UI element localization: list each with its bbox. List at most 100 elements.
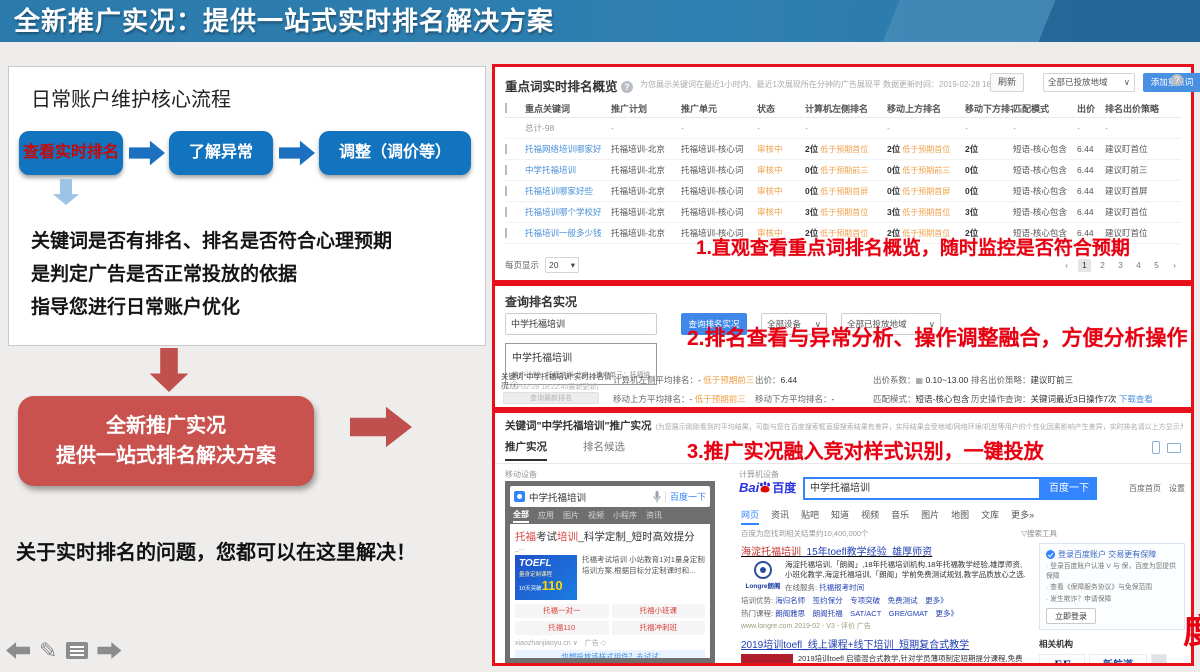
page-button[interactable]: 4 — [1132, 259, 1145, 272]
advantage-links[interactable]: 海归名师 签约保分 专项突破 免费测试 更多》 — [775, 596, 948, 605]
unit-cell: 托福培训-核心词 — [681, 143, 757, 155]
sitelink-button[interactable]: 托福110 — [515, 621, 609, 635]
plan-cell: 托福培训-北京 — [611, 143, 681, 155]
row-checkbox[interactable] — [505, 186, 507, 196]
sitelink-button[interactable]: 托福小班课 — [612, 604, 706, 618]
flow-arrow-down-icon — [51, 179, 81, 205]
tab-more[interactable]: 更多» — [1011, 508, 1034, 525]
table-header-row: 重点关键词 推广计划 推广单元 状态 计算机左侧排名 移动上方排名 移动下方排名… — [505, 99, 1181, 118]
new-channel-logo[interactable]: 新航道NEW CHANNEL — [1089, 654, 1147, 666]
login-now-button[interactable]: 立即登录 — [1046, 608, 1096, 624]
prev-page-button[interactable]: ‹ — [1060, 259, 1073, 272]
row-checkbox[interactable] — [505, 207, 507, 217]
overview-subtitle: 为您展示关键词在最近1小时内、最近1次展现所在分钟的广告展现平均排名 — [640, 79, 880, 90]
tab-wenku[interactable]: 文库 — [981, 508, 999, 525]
page-button[interactable]: 5 — [1150, 259, 1163, 272]
notes-icon[interactable] — [66, 642, 88, 659]
tab-images[interactable]: 图片 — [563, 510, 579, 521]
pc-search-button[interactable]: 百度一下 — [1041, 477, 1097, 500]
tab-web[interactable]: 网页 — [741, 508, 759, 525]
select-all-checkbox[interactable] — [505, 103, 507, 113]
mobile-ad-sitelinks: 托福一对一 托福小班课 托福110 托福冲刺班 — [515, 604, 705, 635]
tab-news[interactable]: 资讯 — [771, 508, 789, 525]
back-arrow-icon[interactable] — [6, 641, 30, 660]
process-box: 日常账户维护核心流程 查看实时排名 了解异常 调整（调价等） 关键词是否有排名、… — [8, 66, 486, 346]
login-title: 登录百度账户 交易更有保障 — [1058, 549, 1156, 560]
pc-search-input[interactable]: 中学托福培训 — [803, 477, 1041, 500]
tab-music[interactable]: 音乐 — [891, 508, 909, 525]
table-row: 托福网络培训哪家好 托福培训-北京 托福培训-核心词 审核中 2位低于预期首位 … — [505, 139, 1181, 160]
tab-maps[interactable]: 地图 — [951, 508, 969, 525]
step-view-realtime-rank[interactable]: 查看实时排名 — [19, 131, 123, 175]
annotation-2: 2.排名查看与异常分析、操作调整融合，方便分析操作 — [687, 322, 1188, 352]
tab-apps[interactable]: 应用 — [538, 510, 554, 521]
mobile-search-value[interactable]: 中学托福培训 — [529, 490, 653, 504]
keyword-link[interactable]: 托福培训哪家好些 — [525, 185, 611, 197]
help-icon[interactable]: ? — [1171, 71, 1183, 89]
tab-video[interactable]: 视频 — [861, 508, 879, 525]
monitor-icon[interactable] — [1167, 443, 1181, 453]
pc-avg-rank-label: 计算机左侧平均排名： — [613, 375, 698, 385]
forward-arrow-icon[interactable] — [97, 641, 121, 660]
page-button[interactable]: 3 — [1114, 259, 1127, 272]
results-count: 百度为您找到相关结果约10,400,000个 — [741, 528, 869, 539]
keyword-link[interactable]: 中学托福培训 — [525, 164, 611, 176]
baidu-home-link[interactable]: 百度首页 — [1129, 483, 1161, 494]
step-adjust[interactable]: 调整（调价等） — [319, 131, 471, 175]
mobile-ad-title[interactable]: 托福考试培训_科学定制_短时高效提分 — [515, 529, 705, 544]
desc-line: 指导您进行日常账户优化 — [31, 291, 392, 324]
tab-rank-candidate[interactable]: 排名候选 — [583, 439, 625, 454]
slide-title: 全新推广实况：提供一站式实时排名解决方案 — [14, 0, 554, 42]
refresh-button[interactable]: 刷新 — [990, 73, 1024, 92]
pc-rank-note: 低于预期首位 — [820, 145, 868, 154]
result-title-link[interactable]: 海淀托福培训_15年toefl教学经验_雄厚师资 — [741, 543, 1029, 558]
keyword-link[interactable]: 托福培训哪个学校好 — [525, 206, 611, 218]
keyword-link[interactable]: 托福网络培训哪家好 — [525, 143, 611, 155]
sitelink-button[interactable]: 托福冲刺班 — [612, 621, 706, 635]
page-size-select[interactable]: 20▾ — [545, 257, 579, 273]
sitelink-button[interactable]: 托福一对一 — [515, 604, 609, 618]
tab-images[interactable]: 图片 — [921, 508, 939, 525]
longre-logo: Longre朗阁 — [741, 560, 785, 593]
course-links[interactable]: 朗阁雅思 朗阁托福 SAT/ACT GRE/GMAT 更多》 — [775, 609, 958, 618]
result-title-link[interactable]: 2019培训toefl_线上课程+线下培训_短期复合式教学 — [741, 636, 1029, 651]
region-filter-select[interactable]: 全部已投放地域∨ — [1043, 73, 1135, 92]
tab-news[interactable]: 资讯 — [646, 510, 662, 521]
tab-all[interactable]: 全部 — [513, 509, 529, 523]
mobile-search-button[interactable]: 百度一下 — [670, 490, 706, 503]
pc-rank-note: 低于预期首屏 — [820, 187, 868, 196]
search-result: 2019培训toefl_线上课程+线下培训_短期复合式教学 托福培训 2019培… — [741, 636, 1029, 666]
page-button[interactable]: 1 — [1078, 259, 1091, 272]
slide: 全新推广实况：提供一站式实时排名解决方案 日常账户维护核心流程 查看实时排名 了… — [0, 0, 1200, 672]
pencil-icon[interactable]: ✎ — [39, 641, 57, 660]
tab-videos[interactable]: 视频 — [588, 510, 604, 521]
next-page-button[interactable]: › — [1168, 259, 1181, 272]
settings-link[interactable]: 设置 — [1169, 483, 1185, 494]
refresh-rank-button-disabled[interactable]: 查询最新排名 — [503, 392, 599, 404]
style-component-promo-link[interactable]: 也想投放该样式组件？去试试 — [515, 650, 705, 658]
row-checkbox[interactable] — [505, 144, 507, 154]
phone-icon[interactable] — [1152, 441, 1160, 454]
page-button[interactable]: 2 — [1096, 259, 1109, 272]
plan-cell: 托福培训-北京 — [611, 164, 681, 176]
strategy-cell: 建议盯首位 — [1105, 206, 1181, 218]
tab-zhidao[interactable]: 知道 — [831, 508, 849, 525]
help-icon[interactable]: ? — [621, 81, 633, 93]
mobile-up-note: 低于预期前三 — [902, 166, 950, 175]
tab-tieba[interactable]: 贴吧 — [801, 508, 819, 525]
service-link[interactable]: 托福报考时间 — [819, 583, 864, 592]
mobile-search-bar[interactable]: 中学托福培训 百度一下 — [510, 486, 710, 507]
overview-title: 重点词实时排名概览 — [505, 80, 618, 94]
tab-miniapp[interactable]: 小程序 — [613, 510, 637, 521]
col-bid: 出价 — [1077, 102, 1105, 115]
keyword-query-input[interactable]: 中学托福培训 — [505, 313, 657, 335]
edit-icon[interactable]: ▦ — [916, 376, 924, 385]
row-checkbox[interactable] — [505, 228, 507, 238]
search-tools-link[interactable]: ▽搜索工具 — [1021, 528, 1057, 539]
download-view-link[interactable]: 下载查看 — [1119, 394, 1153, 404]
row-checkbox[interactable] — [505, 165, 507, 175]
ef-logo[interactable]: EF英孚教育 — [1039, 654, 1085, 666]
keyword-link[interactable]: 托福培训一般多少钱 — [525, 227, 611, 239]
tab-promotion-live[interactable]: 推广实况 — [505, 439, 547, 461]
step-understand-anomaly[interactable]: 了解异常 — [169, 131, 273, 175]
